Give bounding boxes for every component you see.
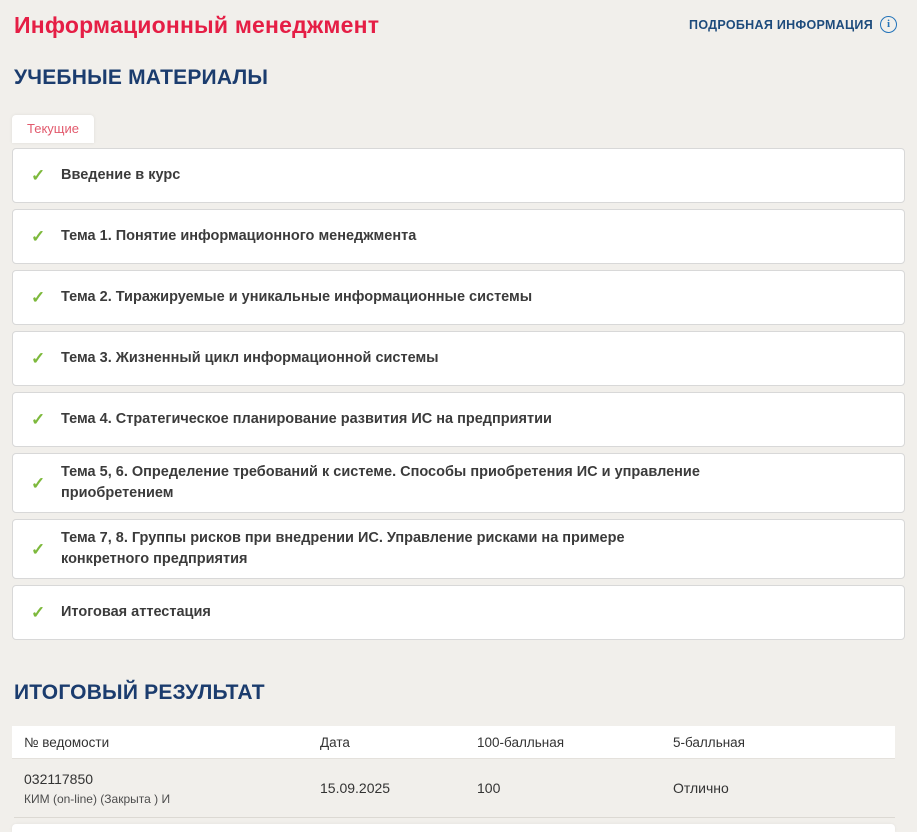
material-card-label: Итоговая аттестация (61, 604, 211, 621)
material-card[interactable]: ✓ Тема 5, 6. Определение требований к си… (12, 453, 905, 514)
result-date: 15.09.2025 (320, 780, 391, 797)
tab-current[interactable]: Текущие (12, 115, 94, 143)
result-section-heading: ИТОГОВЫЙ РЕЗУЛЬТАТ (14, 681, 265, 705)
cell-score5: Отлично (673, 759, 895, 817)
material-card-label: Тема 2. Тиражируемые и уникальные информ… (61, 288, 533, 305)
material-card-label: Тема 1. Понятие информационного менеджме… (61, 227, 417, 244)
materials-tabs: Текущие (12, 115, 905, 143)
material-card[interactable]: ✓ Тема 2. Тиражируемые и уникальные инфо… (12, 270, 905, 325)
cell-score100: 100 (477, 759, 673, 817)
result-table: № ведомости Дата 100-балльная 5-балльная… (12, 726, 895, 819)
material-card[interactable]: ✓ Введение в курс (12, 148, 905, 203)
material-card-label: Тема 4. Стратегическое планирование разв… (61, 410, 552, 427)
check-icon: ✓ (31, 349, 46, 368)
result-table-header-row: № ведомости Дата 100-балльная 5-балльная (12, 726, 895, 760)
material-card-label: Тема 3. Жизненный цикл информационной си… (61, 349, 439, 366)
result-score5: Отлично (673, 780, 729, 797)
check-icon: ✓ (31, 473, 46, 493)
next-block-edge (12, 824, 895, 832)
column-header-date: Дата (320, 735, 350, 751)
result-score100: 100 (477, 780, 501, 797)
material-card[interactable]: ✓ Итоговая аттестация (12, 585, 905, 641)
check-icon: ✓ (31, 539, 46, 559)
check-icon: ✓ (31, 410, 46, 429)
materials-section-heading: УЧЕБНЫЕ МАТЕРИАЛЫ (14, 66, 269, 89)
detailed-info-link-label: ПОДРОБНАЯ ИНФОРМАЦИЯ (689, 17, 873, 32)
check-icon: ✓ (31, 227, 46, 246)
course-page: Информационный менеджмент ПОДРОБНАЯ ИНФО… (0, 0, 917, 832)
page-title: Информационный менеджмент (14, 12, 380, 38)
material-card-label: Введение в курс (61, 166, 181, 183)
page-header: Информационный менеджмент ПОДРОБНАЯ ИНФО… (12, 10, 905, 39)
material-card[interactable]: ✓ Тема 1. Понятие информационного менедж… (12, 209, 905, 264)
material-card[interactable]: ✓ Тема 4. Стратегическое планирование ра… (12, 392, 905, 447)
column-header-vedomost: № ведомости (24, 735, 110, 751)
check-icon: ✓ (31, 288, 46, 307)
check-icon: ✓ (31, 166, 46, 185)
result-table-row: 032117850 КИМ (on-line) (Закрыта ) И 15.… (12, 759, 895, 817)
table-bottom-divider (14, 817, 895, 819)
material-card[interactable]: ✓ Тема 3. Жизненный цикл информационной … (12, 331, 905, 386)
cell-date: 15.09.2025 (320, 759, 477, 817)
column-header-score5: 5-балльная (673, 735, 745, 751)
material-card-label: Тема 5, 6. Определение требований к сист… (61, 464, 700, 502)
cell-vedomost: 032117850 КИМ (on-line) (Закрыта ) И (24, 759, 320, 817)
vedomost-number: 032117850 (24, 770, 94, 787)
materials-list: ✓ Введение в курс ✓ Тема 1. Понятие инфо… (12, 148, 905, 641)
material-card-label: Тема 7, 8. Группы рисков при внедрении И… (61, 530, 625, 568)
column-header-score100: 100-балльная (477, 735, 565, 751)
check-icon: ✓ (31, 603, 46, 623)
info-circle-icon[interactable]: i (880, 16, 897, 33)
detailed-info-link[interactable]: ПОДРОБНАЯ ИНФОРМАЦИЯ i (689, 16, 897, 33)
material-card[interactable]: ✓ Тема 7, 8. Группы рисков при внедрении… (12, 519, 905, 580)
vedomost-subtitle: КИМ (on-line) (Закрыта ) И (24, 791, 171, 806)
